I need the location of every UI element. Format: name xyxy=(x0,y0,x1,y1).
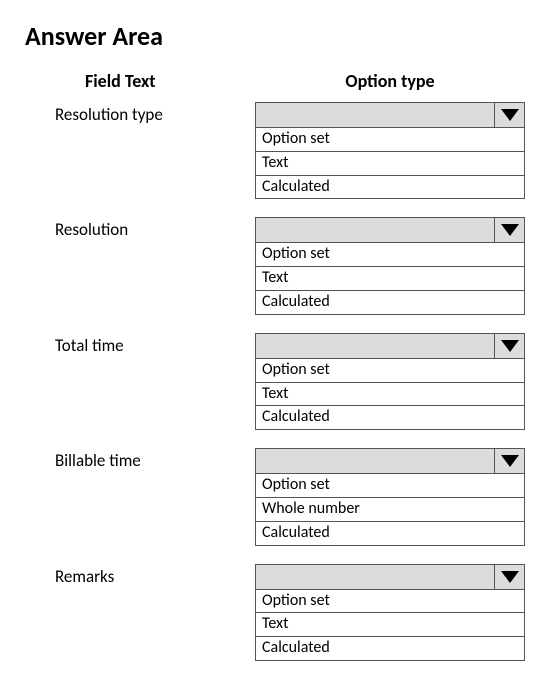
dropdown-option[interactable]: Text xyxy=(255,383,525,407)
dropdown-option[interactable]: Text xyxy=(255,267,525,291)
page-title: Answer Area xyxy=(25,20,533,52)
chevron-down-icon[interactable] xyxy=(494,103,524,127)
chevron-down-icon[interactable] xyxy=(494,218,524,242)
dropdown-option[interactable]: Whole number xyxy=(255,498,525,522)
chevron-down-icon[interactable] xyxy=(494,334,524,358)
dropdown-selected xyxy=(256,565,494,589)
chevron-down-icon[interactable] xyxy=(494,565,524,589)
dropdown-option[interactable]: Option set xyxy=(255,243,525,267)
dropdown-block: Option set Whole number Calculated xyxy=(255,448,525,545)
dropdown-option[interactable]: Calculated xyxy=(255,291,525,315)
dropdown-option[interactable]: Calculated xyxy=(255,637,525,661)
dropdown-selected xyxy=(256,103,494,127)
row-total-time: Total time Option set Text Calculated xyxy=(25,333,533,430)
header-field-text: Field Text xyxy=(25,70,255,92)
field-label: Remarks xyxy=(25,564,255,587)
row-resolution: Resolution Option set Text Calculated xyxy=(25,217,533,314)
dropdown-option[interactable]: Option set xyxy=(255,590,525,614)
field-label: Resolution xyxy=(25,217,255,240)
dropdown-block: Option set Text Calculated xyxy=(255,333,525,430)
field-label: Total time xyxy=(25,333,255,356)
dropdown-option[interactable]: Option set xyxy=(255,128,525,152)
chevron-down-icon[interactable] xyxy=(494,449,524,473)
dropdown-option[interactable]: Calculated xyxy=(255,406,525,430)
dropdown-option[interactable]: Calculated xyxy=(255,522,525,546)
dropdown-block: Option set Text Calculated xyxy=(255,564,525,661)
field-label: Billable time xyxy=(25,448,255,471)
dropdown-header[interactable] xyxy=(255,102,525,128)
dropdown-option[interactable]: Text xyxy=(255,613,525,637)
dropdown-header[interactable] xyxy=(255,448,525,474)
field-label: Resolution type xyxy=(25,102,255,125)
dropdown-block: Option set Text Calculated xyxy=(255,217,525,314)
dropdown-option[interactable]: Calculated xyxy=(255,176,525,200)
dropdown-selected xyxy=(256,449,494,473)
row-remarks: Remarks Option set Text Calculated xyxy=(25,564,533,661)
dropdown-header[interactable] xyxy=(255,564,525,590)
dropdown-header[interactable] xyxy=(255,333,525,359)
dropdown-header[interactable] xyxy=(255,217,525,243)
header-option-type: Option type xyxy=(255,70,525,92)
dropdown-option[interactable]: Text xyxy=(255,152,525,176)
row-resolution-type: Resolution type Option set Text Calculat… xyxy=(25,102,533,199)
dropdown-selected xyxy=(256,334,494,358)
dropdown-option[interactable]: Option set xyxy=(255,359,525,383)
dropdown-option[interactable]: Option set xyxy=(255,474,525,498)
dropdown-selected xyxy=(256,218,494,242)
row-billable-time: Billable time Option set Whole number Ca… xyxy=(25,448,533,545)
column-headers: Field Text Option type xyxy=(25,70,533,92)
dropdown-block: Option set Text Calculated xyxy=(255,102,525,199)
